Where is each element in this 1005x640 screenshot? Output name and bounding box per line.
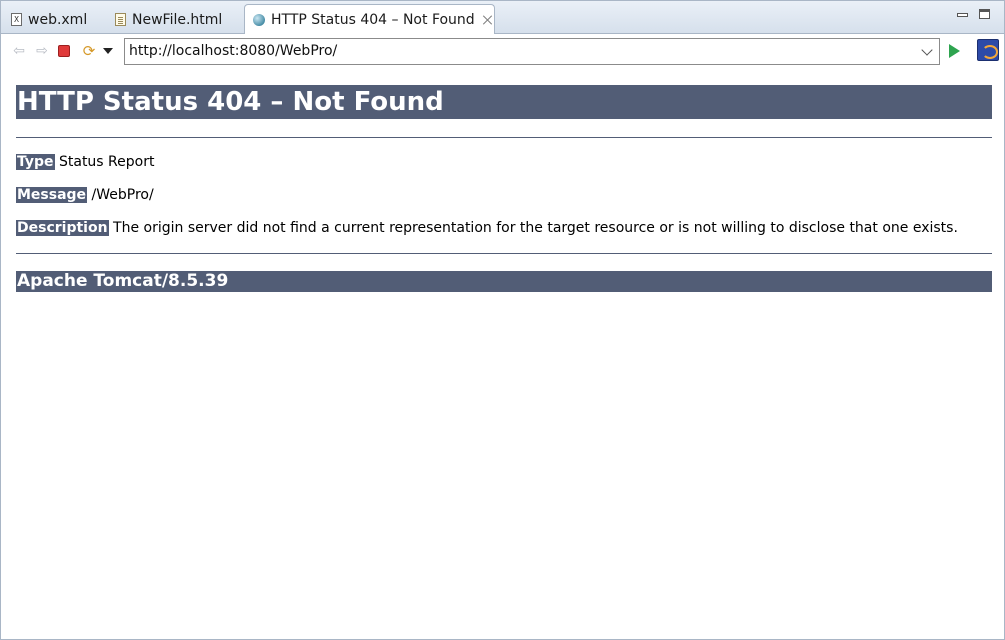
- html-file-icon: [115, 13, 126, 26]
- go-icon[interactable]: [949, 44, 960, 58]
- stop-icon[interactable]: [58, 45, 70, 57]
- type-row: Type Status Report: [16, 154, 992, 171]
- forward-arrow-icon[interactable]: ⇨: [34, 43, 50, 59]
- message-row: Message /WebPro/: [16, 187, 992, 204]
- close-tab-icon[interactable]: [483, 15, 493, 25]
- editor-tab-strip: X web.xml NewFile.html HTTP Status 404 –…: [1, 1, 1004, 34]
- page-content: HTTP Status 404 – Not Found Type Status …: [16, 85, 992, 292]
- url-history-dropdown-icon[interactable]: [921, 44, 933, 56]
- type-value: Status Report: [58, 154, 155, 170]
- browser-toolbar: ⇦ ⇨ ⟳ http://localhost:8080/WebPro/: [2, 34, 1004, 68]
- url-input[interactable]: http://localhost:8080/WebPro/: [124, 38, 940, 65]
- tab-label: NewFile.html: [132, 11, 223, 28]
- divider: [16, 137, 992, 138]
- chevron-down-icon[interactable]: [103, 48, 113, 54]
- minimize-icon[interactable]: [956, 9, 968, 19]
- tab-http-status[interactable]: HTTP Status 404 – Not Found: [244, 4, 495, 34]
- message-value: /WebPro/: [91, 187, 154, 203]
- refresh-icon[interactable]: ⟳: [81, 43, 97, 59]
- message-label: Message: [16, 187, 88, 203]
- globe-icon: [253, 13, 265, 26]
- server-footer: Apache Tomcat/8.5.39: [16, 271, 992, 292]
- description-value: The origin server did not find a current…: [113, 220, 958, 236]
- tab-web-xml[interactable]: X web.xml: [3, 5, 105, 34]
- description-label: Description: [16, 220, 109, 236]
- url-text: http://localhost:8080/WebPro/: [129, 43, 338, 59]
- tab-newfile-html[interactable]: NewFile.html: [107, 5, 241, 34]
- divider: [16, 253, 992, 254]
- xml-file-icon: X: [11, 13, 22, 26]
- browser-editor: X web.xml NewFile.html HTTP Status 404 –…: [0, 0, 1005, 640]
- open-external-browser-icon[interactable]: [977, 39, 999, 61]
- type-label: Type: [16, 154, 55, 170]
- page-title: HTTP Status 404 – Not Found: [16, 85, 992, 119]
- tab-label: web.xml: [28, 11, 88, 28]
- maximize-icon[interactable]: [979, 9, 990, 19]
- back-arrow-icon[interactable]: ⇦: [11, 43, 27, 59]
- description-row: Description The origin server did not fi…: [16, 220, 992, 237]
- tab-label: HTTP Status 404 – Not Found: [271, 11, 475, 28]
